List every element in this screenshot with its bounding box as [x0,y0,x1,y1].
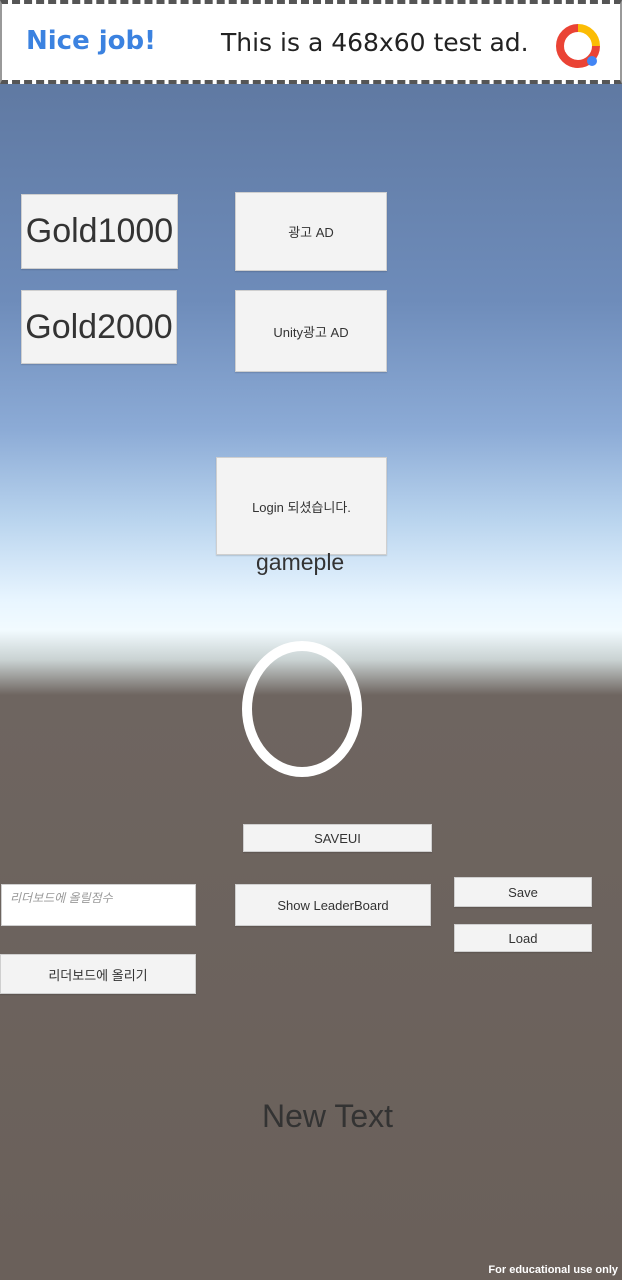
save-label: Save [508,884,538,900]
new-text-label: New Text [262,1098,394,1134]
gold2000-label: Gold2000 [25,307,173,346]
gold1000-button[interactable]: Gold1000 [21,194,178,269]
save-button[interactable]: Save [454,877,592,907]
ad-button-label: 광고 AD [288,225,334,240]
leaderboard-score-input[interactable]: 리더보드에 올릴점수 [1,884,196,926]
load-button[interactable]: Load [454,924,592,952]
gold2000-button[interactable]: Gold2000 [21,290,177,364]
login-button-label: Login 되셨습니다. [252,499,351,515]
load-label: Load [508,930,538,946]
unity-ad-button-label: Unity광고 AD [273,324,349,340]
unity-ad-button[interactable]: Unity광고 AD [235,290,387,372]
ad-text: This is a 468x60 test ad. [221,28,529,57]
ad-title: Nice job! [26,26,157,56]
upload-leaderboard-button[interactable]: 리더보드에 올리기 [0,954,196,994]
score-placeholder: 리더보드에 올릴점수 [10,891,113,905]
saveui-button[interactable]: SAVEUI [243,824,432,852]
saveui-label: SAVEUI [314,830,361,846]
gold1000-label: Gold1000 [25,212,174,250]
ad-button[interactable]: 광고 AD [235,192,387,271]
show-leaderboard-label: Show LeaderBoard [277,897,389,913]
test-ad-banner[interactable]: Nice job! This is a 468x60 test ad. [0,0,622,84]
loading-ring-icon [242,641,362,777]
gameple-label: gameple [256,549,345,575]
login-button[interactable]: Login 되셨습니다. [216,457,387,555]
show-leaderboard-button[interactable]: Show LeaderBoard [235,884,431,926]
upload-leaderboard-label: 리더보드에 올리기 [48,967,148,983]
footer-note: For educational use only [488,1264,618,1276]
google-ads-icon [556,24,600,68]
